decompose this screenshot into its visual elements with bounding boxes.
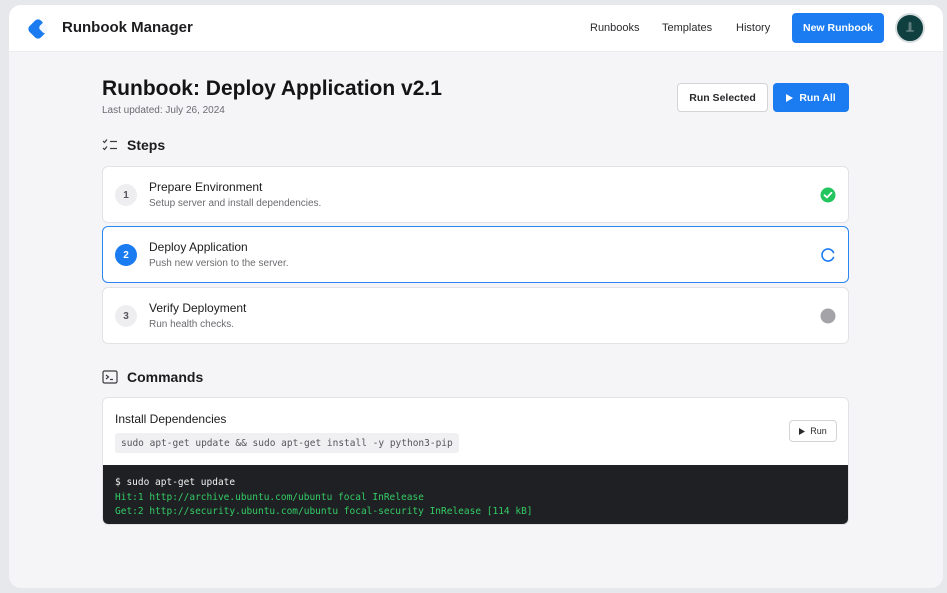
step-item-prepare-environment[interactable]: 1 Prepare Environment Setup server and i… — [102, 166, 849, 223]
step-number: 3 — [115, 305, 137, 327]
command-card: Install Dependencies sudo apt-get update… — [102, 397, 849, 525]
tag-logo-icon — [28, 19, 50, 39]
terminal-icon — [102, 370, 118, 384]
play-icon — [799, 427, 806, 435]
run-command-button[interactable]: Run — [789, 420, 837, 442]
step-item-verify-deployment[interactable]: 3 Verify Deployment Run health checks. — [102, 287, 849, 344]
run-selected-button[interactable]: Run Selected — [677, 83, 768, 112]
run-all-label: Run All — [799, 91, 836, 104]
step-number: 1 — [115, 184, 137, 206]
step-description: Push new version to the server. — [149, 258, 289, 269]
nav-templates-link[interactable]: Templates — [662, 22, 712, 34]
app-window: Runbook Manager Runbooks Templates Histo… — [9, 5, 943, 588]
commands-heading: Commands — [102, 369, 203, 385]
last-updated-text: Last updated: July 26, 2024 — [102, 105, 225, 116]
check-circle-icon — [820, 187, 836, 203]
nav-history-link[interactable]: History — [736, 22, 770, 34]
new-runbook-button[interactable]: New Runbook — [792, 13, 884, 43]
terminal-line: Get:2 http://security.ubuntu.com/ubuntu … — [115, 506, 533, 517]
terminal-line: Hit:1 http://archive.ubuntu.com/ubuntu f… — [115, 491, 424, 503]
app-title: Runbook Manager — [62, 19, 193, 36]
page-title: Runbook: Deploy Application v2.1 — [102, 77, 442, 100]
run-all-button[interactable]: Run All — [773, 83, 849, 112]
step-title: Deploy Application — [149, 240, 248, 254]
commands-heading-label: Commands — [127, 369, 204, 385]
top-navbar: Runbook Manager Runbooks Templates Histo… — [9, 5, 943, 52]
play-icon — [786, 93, 794, 102]
terminal-output: $ sudo apt-get update Hit:1 http://archi… — [103, 465, 848, 524]
run-command-label: Run — [810, 426, 827, 436]
step-item-deploy-application[interactable]: 2 Deploy Application Push new version to… — [102, 226, 849, 283]
step-description: Setup server and install dependencies. — [149, 198, 322, 209]
step-description: Run health checks. — [149, 319, 235, 330]
step-number: 2 — [115, 244, 137, 266]
user-avatar[interactable] — [895, 13, 925, 43]
command-code: sudo apt-get update && sudo apt-get inst… — [115, 433, 459, 453]
checklist-icon — [102, 139, 117, 151]
steps-heading-label: Steps — [127, 137, 166, 153]
steps-heading: Steps — [102, 137, 165, 153]
terminal-line: $ sudo apt-get update — [115, 477, 236, 488]
spinner-icon — [821, 248, 835, 262]
user-avatar-icon — [906, 22, 914, 32]
nav-runbooks-link[interactable]: Runbooks — [590, 22, 640, 34]
step-title: Verify Deployment — [149, 301, 247, 315]
step-title: Prepare Environment — [149, 180, 263, 194]
pending-dot-icon — [820, 308, 836, 324]
command-title: Install Dependencies — [115, 412, 227, 426]
